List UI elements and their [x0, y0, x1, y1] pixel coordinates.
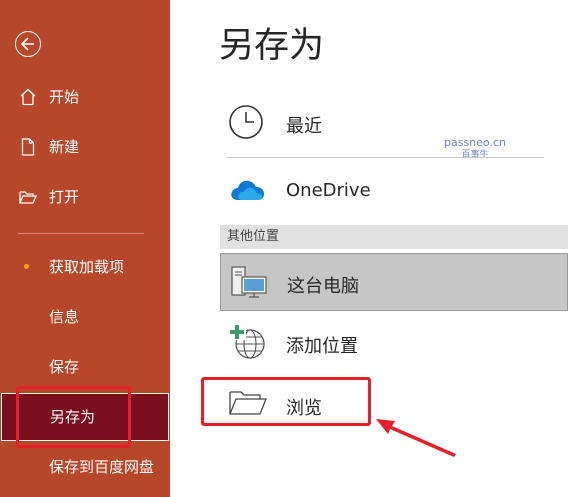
location-onedrive[interactable]: OneDrive [220, 160, 568, 220]
annotation-arrow-icon [376, 419, 456, 457]
location-label: 这台电脑 [287, 276, 359, 297]
section-header-label: 其他位置 [227, 229, 280, 244]
sidebar-item-home[interactable]: 开始 [0, 77, 170, 117]
sidebar-item-label: 保存到百度网盘 [49, 458, 155, 476]
highlight-box-browse [201, 377, 371, 426]
location-label: 添加位置 [286, 336, 358, 357]
location-label: 最近 [286, 116, 322, 137]
divider [226, 157, 544, 158]
clock-icon [229, 105, 263, 139]
onedrive-cloud-icon [231, 180, 264, 200]
home-icon [20, 88, 36, 106]
watermark-text: passneo.cn [444, 136, 506, 149]
back-arrow-icon [20, 37, 34, 51]
sidebar-item-label: 开始 [49, 88, 80, 106]
add-location-globe-icon [228, 324, 265, 359]
sidebar-item-label: 新建 [49, 138, 80, 156]
sidebar-item-label: 获取加载项 [49, 258, 125, 276]
sidebar-item-label: 保存 [49, 358, 80, 376]
sidebar-item-info[interactable]: 信息 [0, 297, 170, 337]
sidebar-item-save[interactable]: 保存 [0, 347, 170, 387]
sidebar-item-new[interactable]: 新建 [0, 127, 170, 167]
back-button[interactable] [15, 31, 41, 57]
section-header-other-locations: 其他位置 [220, 225, 568, 249]
open-folder-icon [19, 191, 37, 204]
sidebar-item-save-to-baidu[interactable]: 保存到百度网盘 [0, 447, 170, 487]
new-document-icon [21, 138, 35, 156]
location-label: OneDrive [286, 180, 371, 201]
sidebar-item-get-addins[interactable]: 获取加载项 [0, 247, 170, 287]
sidebar-item-open[interactable]: 打开 [0, 177, 170, 217]
sidebar-item-label: 打开 [49, 188, 80, 206]
location-add-place[interactable]: 添加位置 [220, 312, 568, 372]
location-this-pc[interactable]: 这台电脑 [220, 253, 568, 311]
sidebar-item-label: 信息 [49, 308, 80, 326]
sidebar-divider [18, 233, 144, 234]
location-recent[interactable]: 最近 [220, 92, 568, 152]
computer-icon [231, 266, 267, 298]
watermark: passneo.cn 百事牛 [444, 136, 506, 162]
highlight-box-save-as [16, 386, 131, 448]
page-title: 另存为 [219, 26, 325, 66]
